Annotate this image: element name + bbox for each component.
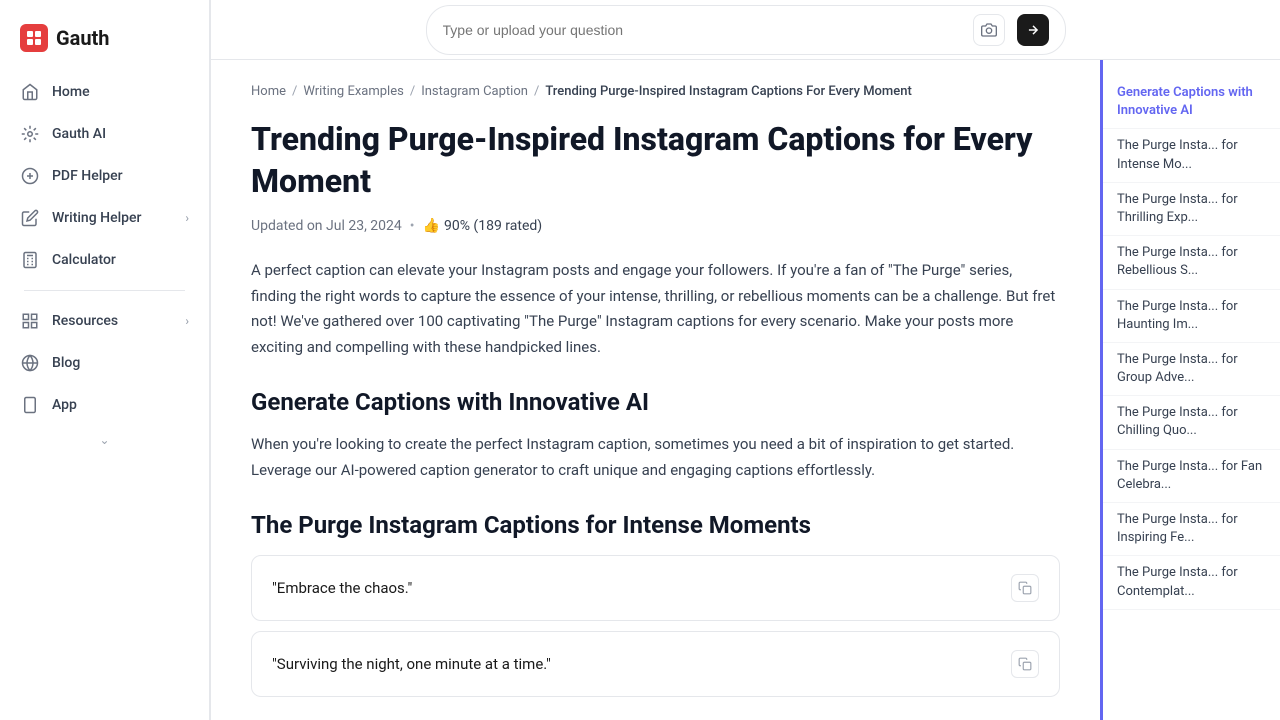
calculator-icon: [20, 250, 40, 270]
breadcrumb-current: Trending Purge-Inspired Instagram Captio…: [545, 84, 911, 99]
right-sidebar: Generate Captions with Innovative AI The…: [1100, 60, 1280, 720]
article-updated: Updated on Jul 23, 2024: [251, 218, 402, 234]
right-sidebar-item-5[interactable]: The Purge Insta... for Group Adve...: [1103, 343, 1280, 396]
sidebar-item-calculator[interactable]: Calculator: [8, 240, 201, 280]
breadcrumb-writing-examples[interactable]: Writing Examples: [303, 84, 403, 99]
pdf-icon: [20, 166, 40, 186]
copy-button-2[interactable]: [1011, 650, 1039, 678]
article: Home / Writing Examples / Instagram Capt…: [211, 60, 1100, 720]
right-sidebar-item-7[interactable]: The Purge Insta... for Fan Celebra...: [1103, 450, 1280, 503]
section-text-generate: When you're looking to create the perfec…: [251, 432, 1060, 483]
sidebar-item-writing-helper-label: Writing Helper: [52, 210, 141, 226]
search-bar: [426, 5, 1066, 55]
article-meta: Updated on Jul 23, 2024 • 👍 90% (189 rat…: [251, 218, 1060, 234]
search-submit-button[interactable]: [1017, 14, 1049, 46]
logo: Gauth: [0, 16, 209, 72]
rating-text: 90% (189 rated): [444, 218, 542, 234]
right-sidebar-item-2[interactable]: The Purge Insta... for Thrilling Exp...: [1103, 183, 1280, 236]
right-sidebar-item-6[interactable]: The Purge Insta... for Chilling Quo...: [1103, 396, 1280, 449]
home-icon: [20, 82, 40, 102]
article-intro: A perfect caption can elevate your Insta…: [251, 258, 1060, 360]
sidebar-item-home-label: Home: [52, 84, 90, 100]
sidebar-divider: [24, 290, 185, 291]
right-sidebar-item-0[interactable]: Generate Captions with Innovative AI: [1103, 76, 1280, 129]
sidebar-item-blog-label: Blog: [52, 355, 80, 371]
logo-icon: [20, 24, 48, 52]
writing-helper-chevron: ›: [185, 211, 189, 225]
resources-icon: [20, 311, 40, 331]
sidebar-item-writing-helper[interactable]: Writing Helper ›: [8, 198, 201, 238]
breadcrumb-sep-2: /: [410, 84, 415, 99]
right-sidebar-item-3[interactable]: The Purge Insta... for Rebellious S...: [1103, 236, 1280, 289]
search-input[interactable]: [443, 22, 965, 38]
caption-text-1: "Embrace the chaos.": [272, 579, 412, 597]
sidebar-item-gauth-ai-label: Gauth AI: [52, 126, 106, 142]
right-sidebar-item-9[interactable]: The Purge Insta... for Contemplat...: [1103, 556, 1280, 609]
sidebar-item-resources-label: Resources: [52, 313, 118, 329]
thumb-icon: 👍: [423, 218, 440, 234]
sidebar-scroll-indicator: ⌄: [0, 425, 209, 455]
sidebar-item-resources[interactable]: Resources ›: [8, 301, 201, 341]
main-wrapper: Home / Writing Examples / Instagram Capt…: [211, 0, 1280, 720]
resources-chevron: ›: [185, 314, 189, 328]
camera-button[interactable]: [973, 14, 1005, 46]
sidebar-item-app[interactable]: App: [8, 385, 201, 425]
breadcrumb-sep-3: /: [534, 84, 539, 99]
sidebar-item-gauth-ai[interactable]: Gauth AI: [8, 114, 201, 154]
sidebar-item-blog[interactable]: Blog: [8, 343, 201, 383]
breadcrumb-instagram-caption[interactable]: Instagram Caption: [421, 84, 528, 99]
breadcrumb-home[interactable]: Home: [251, 84, 286, 99]
right-sidebar-item-1[interactable]: The Purge Insta... for Intense Mo...: [1103, 129, 1280, 182]
right-sidebar-item-8[interactable]: The Purge Insta... for Inspiring Fe...: [1103, 503, 1280, 556]
sidebar-item-calculator-label: Calculator: [52, 252, 116, 268]
breadcrumb: Home / Writing Examples / Instagram Capt…: [251, 84, 1060, 99]
sidebar: Gauth Home Gauth AI PDF Helper: [0, 0, 210, 720]
blog-icon: [20, 353, 40, 373]
article-title: Trending Purge-Inspired Instagram Captio…: [251, 119, 1060, 202]
section-title-intense: The Purge Instagram Captions for Intense…: [251, 511, 1060, 539]
content-area: Home / Writing Examples / Instagram Capt…: [211, 60, 1280, 720]
section-title-generate: Generate Captions with Innovative AI: [251, 388, 1060, 416]
caption-card-1: "Embrace the chaos.": [251, 555, 1060, 621]
header: [211, 0, 1280, 60]
app-icon: [20, 395, 40, 415]
sidebar-item-home[interactable]: Home: [8, 72, 201, 112]
caption-card-2: "Surviving the night, one minute at a ti…: [251, 631, 1060, 697]
sidebar-navigation: Home Gauth AI PDF Helper Writing Helper …: [0, 72, 209, 425]
caption-text-2: "Surviving the night, one minute at a ti…: [272, 655, 551, 673]
sidebar-item-pdf-helper-label: PDF Helper: [52, 168, 123, 184]
ai-icon: [20, 124, 40, 144]
rating-badge: 👍 90% (189 rated): [423, 218, 543, 234]
right-sidebar-item-4[interactable]: The Purge Insta... for Haunting Im...: [1103, 290, 1280, 343]
breadcrumb-sep-1: /: [292, 84, 297, 99]
sidebar-item-app-label: App: [52, 397, 77, 413]
logo-text: Gauth: [56, 26, 110, 50]
writing-icon: [20, 208, 40, 228]
meta-separator: •: [410, 218, 415, 234]
sidebar-item-pdf-helper[interactable]: PDF Helper: [8, 156, 201, 196]
copy-button-1[interactable]: [1011, 574, 1039, 602]
